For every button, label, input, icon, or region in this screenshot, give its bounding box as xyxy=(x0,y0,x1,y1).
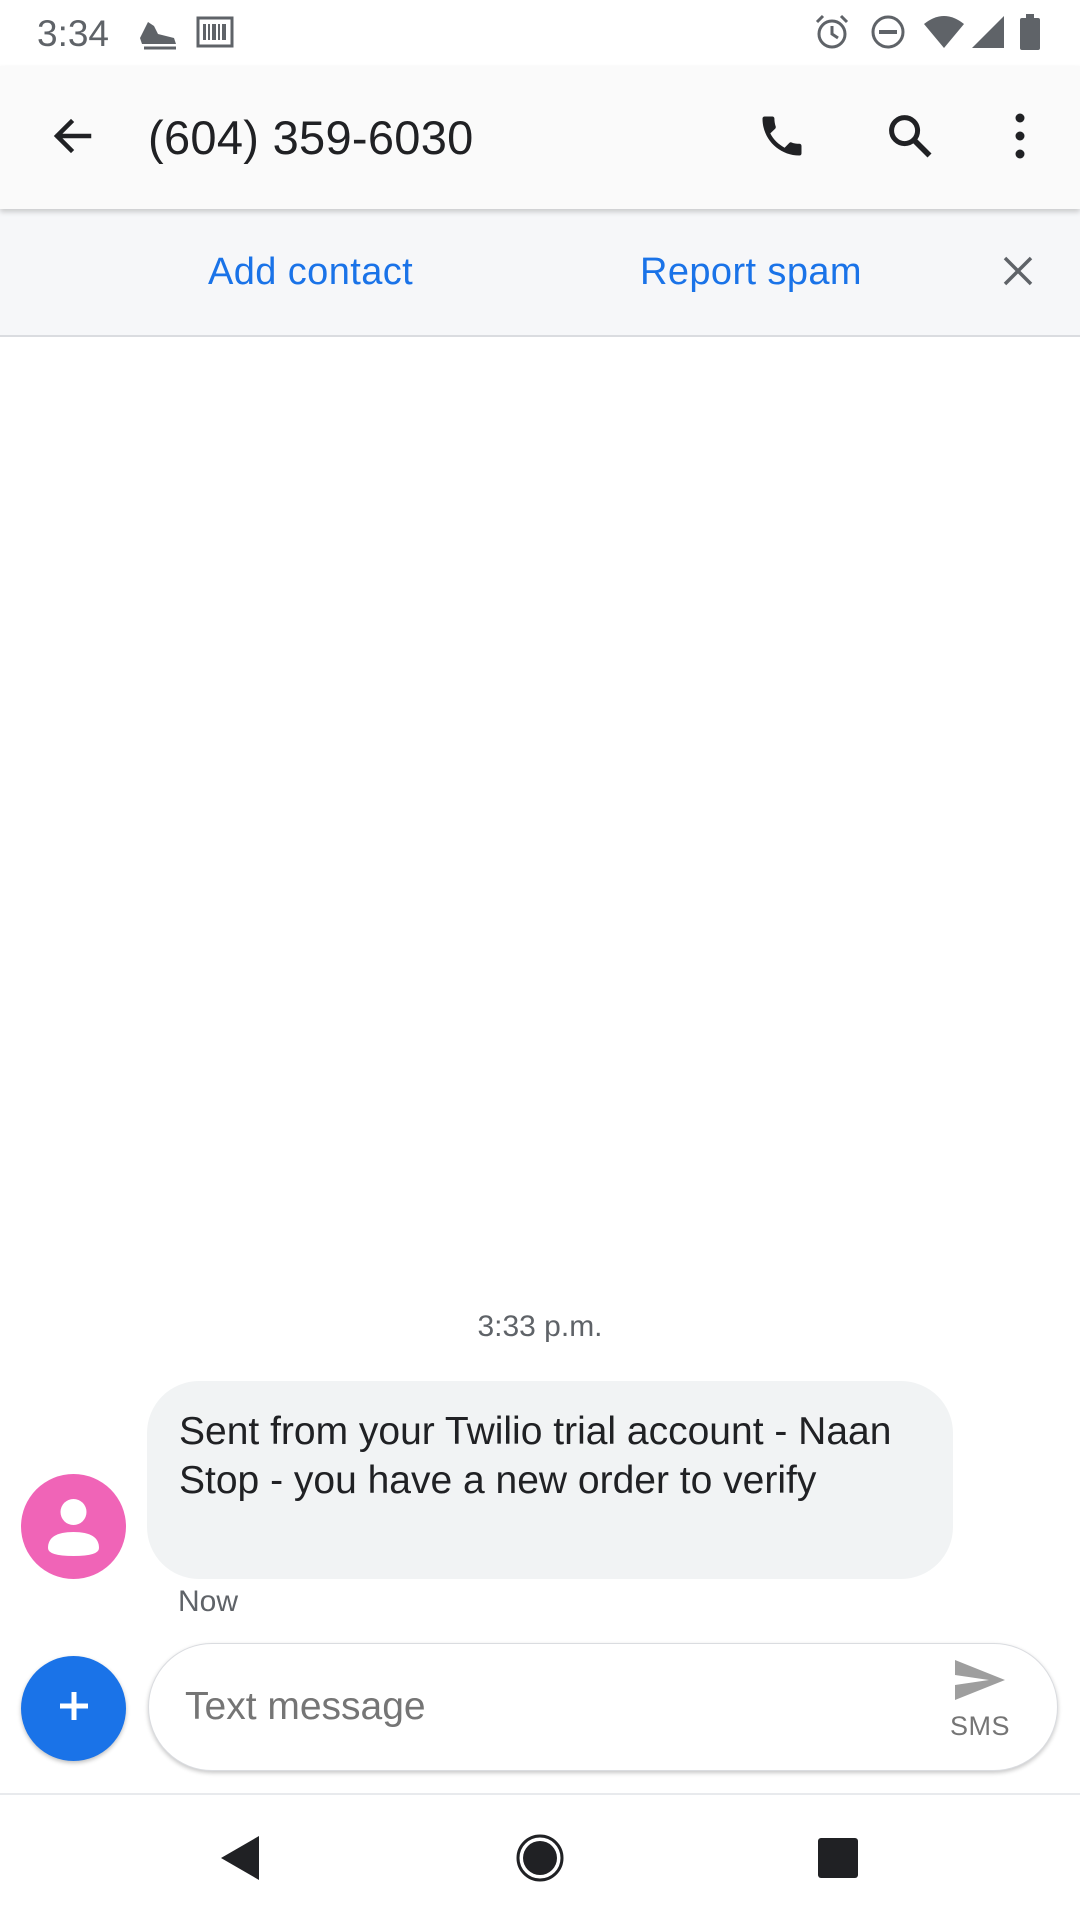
message-input[interactable] xyxy=(185,1668,885,1746)
message-timestamp: 3:33 p.m. xyxy=(477,1310,603,1343)
plus-icon xyxy=(54,1686,94,1731)
do-not-disturb-icon xyxy=(868,12,908,52)
more-options-button[interactable] xyxy=(984,102,1056,174)
unknown-sender-banner: Add contact Report spam xyxy=(0,209,1080,337)
back-arrow-icon xyxy=(49,112,97,165)
compose-bar: SMS xyxy=(148,1643,1058,1771)
nav-back-button[interactable] xyxy=(205,1825,275,1895)
app-bar: (604) 359-6030 xyxy=(0,66,1080,209)
phone-icon xyxy=(756,110,808,167)
message-status: Now xyxy=(178,1585,239,1618)
send-mode-label: SMS xyxy=(949,1711,1010,1741)
more-vert-icon xyxy=(1012,112,1028,165)
nav-recents-button[interactable] xyxy=(803,1825,873,1895)
nav-recents-icon xyxy=(817,1837,859,1884)
add-contact-button[interactable]: Add contact xyxy=(208,251,413,294)
shoe-icon xyxy=(136,12,180,52)
send-sms-button[interactable]: SMS xyxy=(925,1658,1035,1758)
person-icon xyxy=(21,1499,126,1579)
status-time: 3:34 xyxy=(37,13,110,54)
barcode-icon xyxy=(196,12,234,52)
alarm-icon xyxy=(812,12,852,52)
message-list[interactable]: 3:33 p.m. Sent from your Twilio trial ac… xyxy=(0,337,1080,1637)
conversation-title: (604) 359-6030 xyxy=(148,111,474,164)
nav-back-icon xyxy=(217,1833,263,1888)
report-spam-button[interactable]: Report spam xyxy=(640,251,862,294)
back-button[interactable] xyxy=(37,102,109,174)
nav-home-icon xyxy=(515,1833,565,1888)
incoming-message-bubble[interactable]: Sent from your Twilio trial account - Na… xyxy=(147,1381,953,1579)
battery-icon xyxy=(1018,12,1042,52)
nav-home-button[interactable] xyxy=(505,1825,575,1895)
cell-signal-icon xyxy=(970,12,1006,52)
send-icon xyxy=(953,1658,1007,1707)
dismiss-banner-button[interactable] xyxy=(990,245,1046,301)
system-nav-bar xyxy=(0,1793,1080,1920)
close-icon xyxy=(1002,255,1034,292)
sender-avatar[interactable] xyxy=(21,1474,126,1579)
wifi-icon xyxy=(922,12,966,52)
search-icon xyxy=(884,110,936,167)
call-button[interactable] xyxy=(746,102,818,174)
messages-screen: 3:34 (604) 359-6030 Add contact Report s… xyxy=(0,0,1080,1920)
search-button[interactable] xyxy=(874,102,946,174)
add-attachment-button[interactable] xyxy=(21,1656,126,1761)
status-bar: 3:34 xyxy=(0,0,1080,66)
